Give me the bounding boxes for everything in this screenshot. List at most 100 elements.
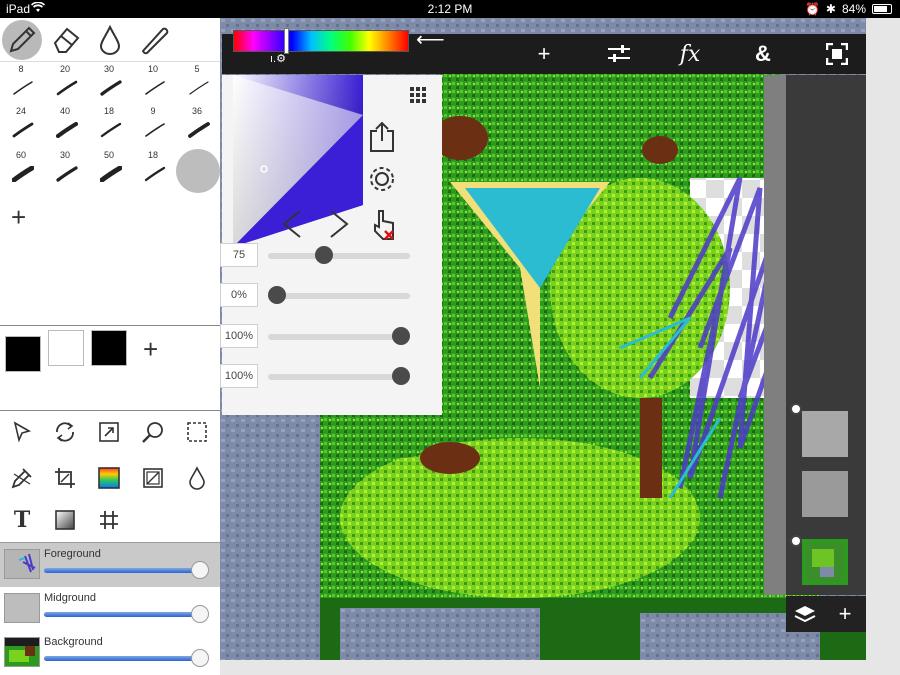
gradient-square-icon [55,510,75,530]
plus-icon: + [537,41,551,66]
brush-preset[interactable]: 10 [136,64,170,108]
pencil-icon [9,26,36,53]
gradient-map-tool[interactable] [95,464,123,492]
brush-flow-knob[interactable] [392,367,410,385]
swatch-3[interactable] [91,330,127,366]
brush-size-slider[interactable] [268,253,410,259]
brush-opacity-slider[interactable] [268,334,410,340]
settings-gear-icon[interactable] [366,163,398,195]
brush-preset[interactable]: 30 [92,64,126,108]
touch-eyedropper-disabled-icon[interactable] [368,206,400,242]
brush-preset[interactable]: 5 [180,64,214,108]
layer-opacity-slider[interactable] [44,568,208,573]
add-swatch-button[interactable]: + [143,336,158,362]
crop-tool[interactable] [51,464,79,492]
layer-opacity-slider[interactable] [44,656,208,661]
effects-button[interactable]: fx [673,38,707,70]
eyedropper-icon[interactable]: ı.⚙ [270,52,286,65]
brush-preset[interactable]: 8 [4,64,38,108]
brush-preset[interactable]: 30 [48,150,82,194]
add-button[interactable]: + [527,38,561,70]
back-arrow-icon[interactable]: ⟵ [416,30,445,50]
strip-layer-thumb-3[interactable] [802,539,848,585]
layer-visibility-toggle[interactable] [790,403,802,415]
brush-size-label: 36 [191,106,202,116]
fill-tool[interactable] [51,506,79,534]
plus-icon: + [838,601,852,626]
brush-stroke-preview [13,81,33,95]
blend-button[interactable]: & [746,38,780,70]
fullscreen-button[interactable] [820,38,854,70]
layer-name: Foreground [44,548,101,560]
layer-visibility-toggle[interactable] [790,535,802,547]
brush-stroke-preview [12,122,34,138]
brush-preset[interactable]: 20 [48,64,82,108]
battery-icon [872,4,892,14]
brush-opacity-value[interactable]: 100% [220,324,258,348]
adjustments-button[interactable] [602,38,636,70]
layer-opacity-knob[interactable] [191,605,209,623]
selected-brush-preset[interactable] [176,149,220,193]
eyedropper-tool[interactable] [8,464,36,492]
select-arrow-tool[interactable] [8,418,36,446]
brush-size-label: 60 [15,150,26,160]
layers-footer: + [786,596,866,632]
rainbow-icon [98,467,120,489]
layer-thumbnail [4,593,40,623]
strip-layer-thumb-1[interactable] [802,411,848,457]
swatch-2[interactable] [48,330,84,366]
transform-tool[interactable] [51,418,79,446]
layer-foreground[interactable]: Foreground [0,543,220,587]
status-time: 2:12 PM [427,2,473,16]
brush-size-value[interactable]: 75 [220,243,258,267]
resize-tool[interactable] [95,418,123,446]
brush-flow-value[interactable]: 100% [220,364,258,388]
brush-size-label: 24 [15,106,26,116]
layer-midground[interactable]: Midground [0,587,220,631]
strip-layer-thumb-2[interactable] [802,471,848,517]
brush-preset[interactable]: 24 [4,106,38,150]
add-layer-button[interactable]: + [832,601,858,627]
adjust-tool[interactable] [139,464,167,492]
next-color-icon[interactable] [325,208,353,240]
share-icon[interactable] [366,120,398,154]
brush-size-knob[interactable] [315,246,333,264]
brush-preset[interactable]: 18 [92,106,126,150]
brush-preset[interactable]: 18 [136,150,170,194]
brush-hardness-slider[interactable] [268,293,410,299]
brush-stroke-preview [56,166,78,182]
text-tool[interactable]: T [8,506,36,534]
smudge-tool[interactable] [90,20,130,60]
blur-tool[interactable] [183,464,211,492]
hue-slider[interactable] [233,30,409,52]
brush-opacity-knob[interactable] [392,327,410,345]
previous-color-icon[interactable] [278,208,306,240]
brush-size-label: 8 [18,64,24,74]
brush-tool[interactable] [134,20,174,60]
layer-opacity-knob[interactable] [191,561,209,579]
brush-preset[interactable]: 40 [48,106,82,150]
brush-stroke-preview [144,166,166,182]
hue-slider-handle[interactable] [284,28,289,54]
layer-opacity-knob[interactable] [191,649,209,667]
layer-opacity-slider[interactable] [44,612,208,617]
bluetooth-icon: ✱ [825,2,836,16]
pencil-tool[interactable] [2,20,42,60]
zoom-tool[interactable] [139,418,167,446]
layer-background[interactable]: Background [0,631,220,675]
layer-name: Background [44,636,103,648]
brush-flow-slider[interactable] [268,374,410,380]
brush-preset[interactable]: 60 [4,150,38,194]
brush-preset[interactable]: 36 [180,106,214,150]
swatch-1[interactable] [5,336,41,372]
brush-hardness-knob[interactable] [268,286,286,304]
layers-button[interactable] [792,601,818,627]
grid-icon[interactable] [410,87,428,105]
eraser-tool[interactable] [46,20,86,60]
add-brush-button[interactable]: + [11,204,26,230]
marquee-tool[interactable] [183,418,211,446]
brush-hardness-value[interactable]: 0% [220,283,258,307]
brush-preset[interactable]: 9 [136,106,170,150]
brush-preset[interactable]: 50 [92,150,126,194]
grid-tool[interactable] [95,506,123,534]
